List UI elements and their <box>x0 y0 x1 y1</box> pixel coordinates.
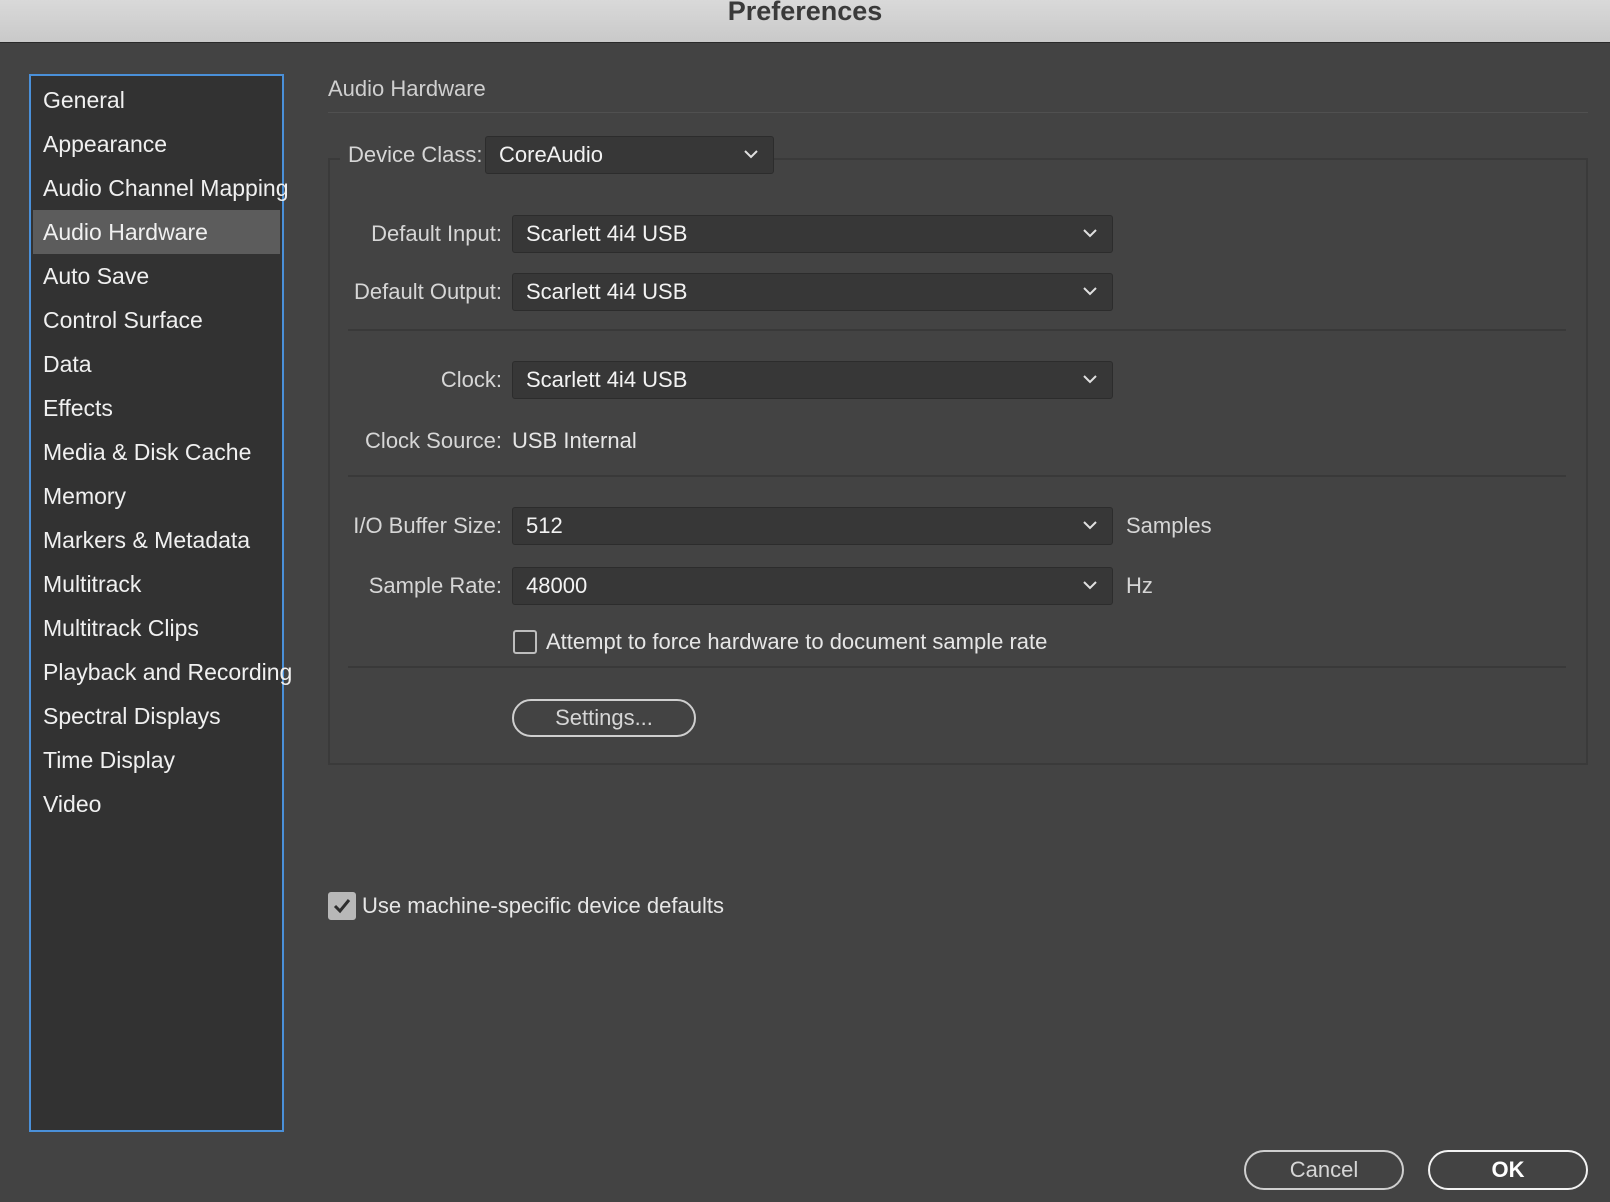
default-input-select[interactable]: Scarlett 4i4 USB <box>512 215 1113 253</box>
io-buffer-size-label: I/O Buffer Size: <box>353 513 502 538</box>
default-output-value: Scarlett 4i4 USB <box>526 279 688 304</box>
settings-button[interactable]: Settings... <box>512 699 696 737</box>
sample-rate-label: Sample Rate: <box>368 573 502 598</box>
checkmark-icon <box>333 899 351 914</box>
sidebar-item-time-display[interactable]: Time Display <box>33 738 280 782</box>
chevron-down-icon <box>1083 521 1097 530</box>
clock-label: Clock: <box>440 367 502 392</box>
machine-defaults-checkbox[interactable] <box>328 892 356 920</box>
io-buffer-size-unit: Samples <box>1126 513 1212 538</box>
group-divider <box>348 666 1566 668</box>
sidebar-item-general[interactable]: General <box>33 78 280 122</box>
io-buffer-size-select[interactable]: 512 <box>512 507 1113 545</box>
default-input-label: Default Input: <box>371 221 502 246</box>
sidebar-item-memory[interactable]: Memory <box>33 474 280 518</box>
chevron-down-icon <box>744 150 758 159</box>
section-divider <box>328 112 1588 113</box>
sidebar-item-data[interactable]: Data <box>33 342 280 386</box>
group-divider <box>348 329 1566 331</box>
section-title: Audio Hardware <box>328 76 486 101</box>
chevron-down-icon <box>1083 581 1097 590</box>
clock-select[interactable]: Scarlett 4i4 USB <box>512 361 1113 399</box>
device-class-value: CoreAudio <box>499 142 603 167</box>
window-title: Preferences <box>727 0 883 26</box>
sidebar-item-multitrack-clips[interactable]: Multitrack Clips <box>33 606 280 650</box>
sidebar-item-media-disk-cache[interactable]: Media & Disk Cache <box>33 430 280 474</box>
force-sample-rate-label[interactable]: Attempt to force hardware to document sa… <box>546 628 1047 656</box>
default-input-value: Scarlett 4i4 USB <box>526 221 688 246</box>
sidebar-item-control-surface[interactable]: Control Surface <box>33 298 280 342</box>
clock-source-label: Clock Source: <box>365 428 502 453</box>
sample-rate-value: 48000 <box>526 573 588 598</box>
force-sample-rate-checkbox[interactable] <box>513 630 537 654</box>
chevron-down-icon <box>1083 375 1097 384</box>
sidebar-item-audio-channel-mapping[interactable]: Audio Channel Mapping <box>33 166 289 210</box>
sidebar-item-appearance[interactable]: Appearance <box>33 122 280 166</box>
sidebar-item-video[interactable]: Video <box>33 782 280 826</box>
io-buffer-size-value: 512 <box>526 513 563 538</box>
preferences-category-list[interactable]: General Appearance Audio Channel Mapping… <box>29 74 292 1132</box>
device-class-select[interactable]: CoreAudio <box>485 136 774 174</box>
chevron-down-icon <box>1083 229 1097 238</box>
sample-rate-select[interactable]: 48000 <box>512 567 1113 605</box>
sample-rate-unit: Hz <box>1126 573 1153 598</box>
sidebar-item-playback-recording[interactable]: Playback and Recording <box>33 650 292 694</box>
sidebar-item-audio-hardware[interactable]: Audio Hardware <box>33 210 280 254</box>
default-output-select[interactable]: Scarlett 4i4 USB <box>512 273 1113 311</box>
title-bar[interactable]: Preferences <box>0 0 1610 43</box>
default-output-label: Default Output: <box>354 279 502 304</box>
sidebar-item-auto-save[interactable]: Auto Save <box>33 254 280 298</box>
cancel-button[interactable]: Cancel <box>1244 1150 1404 1190</box>
preferences-window: Preferences General Appearance Audio Cha… <box>0 0 1610 1202</box>
device-class-label: Device Class: <box>340 137 491 173</box>
clock-source-value: USB Internal <box>512 428 637 453</box>
group-divider <box>348 475 1566 477</box>
ok-button[interactable]: OK <box>1428 1150 1588 1190</box>
sidebar-item-markers-metadata[interactable]: Markers & Metadata <box>33 518 280 562</box>
sidebar-item-spectral-displays[interactable]: Spectral Displays <box>33 694 280 738</box>
chevron-down-icon <box>1083 287 1097 296</box>
sidebar-item-effects[interactable]: Effects <box>33 386 280 430</box>
sidebar-item-multitrack[interactable]: Multitrack <box>33 562 280 606</box>
clock-value: Scarlett 4i4 USB <box>526 367 688 392</box>
machine-defaults-label[interactable]: Use machine-specific device defaults <box>362 890 724 922</box>
